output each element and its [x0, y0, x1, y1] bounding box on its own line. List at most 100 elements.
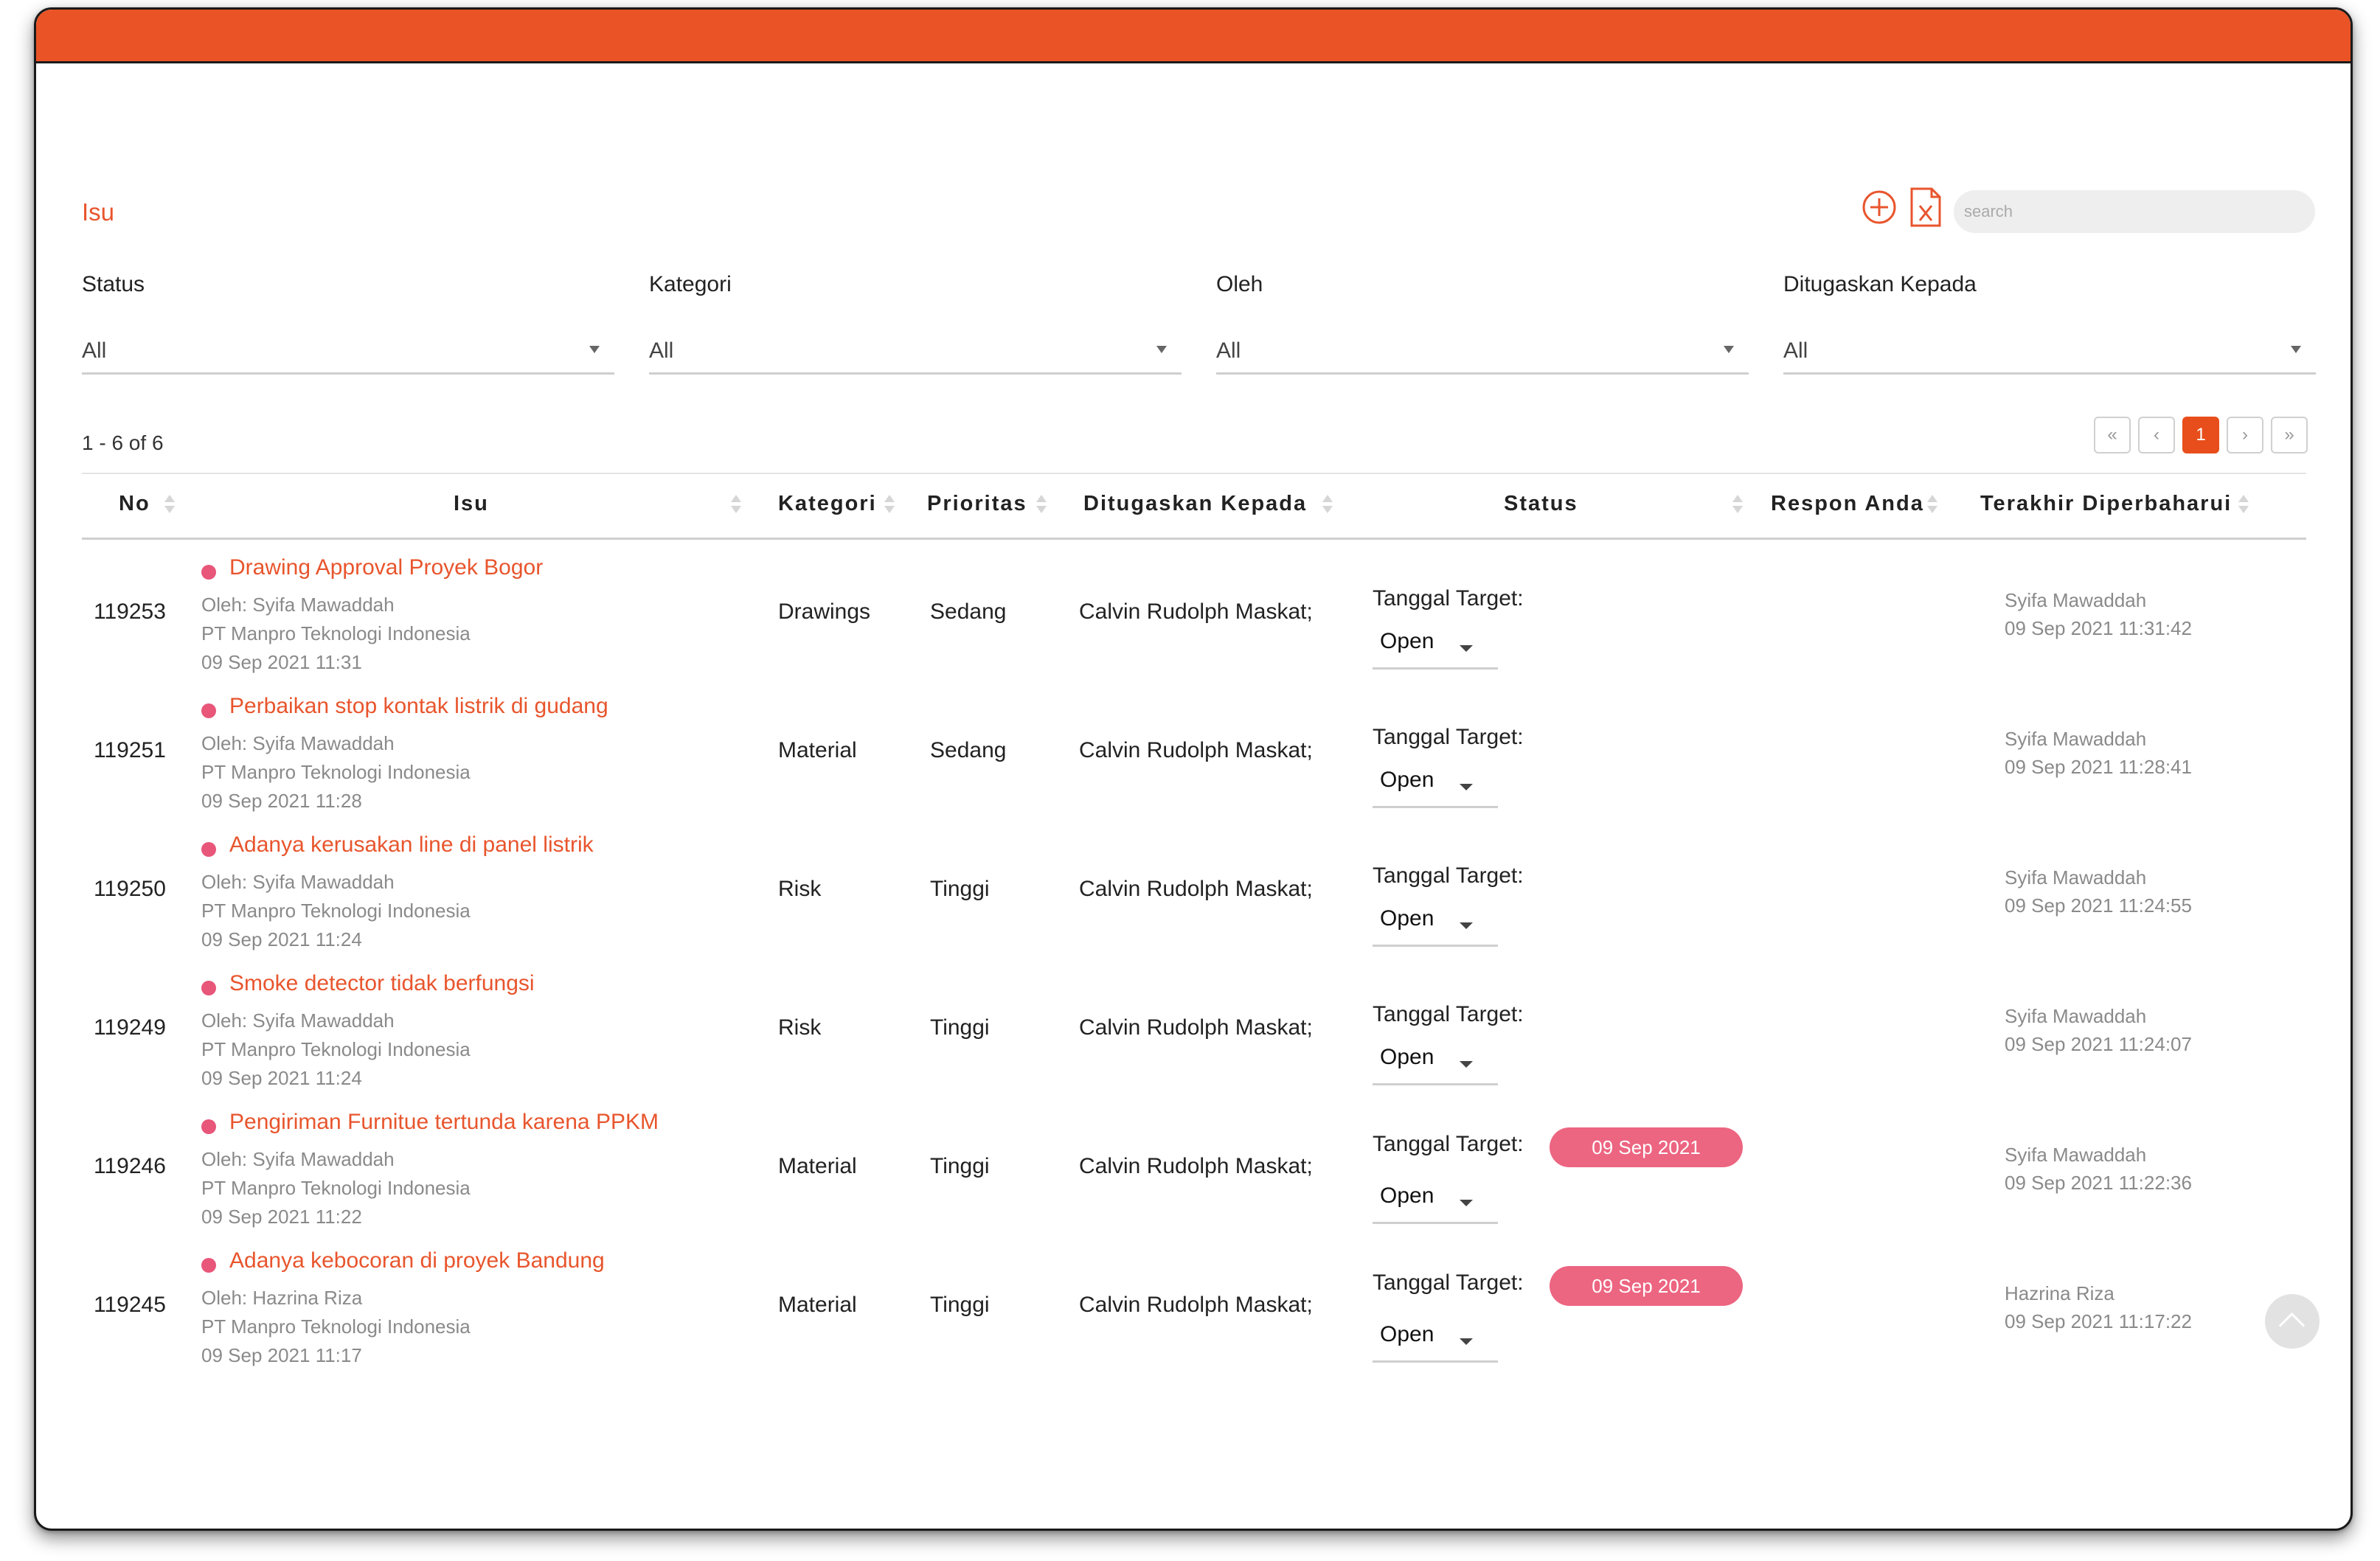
sort-icon[interactable]: [1322, 493, 1333, 515]
updated-by: Syifa Mawaddah: [2005, 589, 2147, 611]
issue-title-link[interactable]: Adanya kerusakan line di panel listrik: [229, 832, 594, 858]
column-header-respon[interactable]: Respon Anda: [1771, 492, 1924, 516]
issue-date: 09 Sep 2021 11:17: [201, 1344, 362, 1366]
issue-assignee: Calvin Rudolph Maskat;: [1079, 738, 1313, 762]
scroll-to-top-button[interactable]: [2265, 1294, 2320, 1349]
issue-priority: Tinggi: [930, 1015, 990, 1040]
issue-title-link[interactable]: Smoke detector tidak berfungsi: [229, 971, 535, 996]
column-header-status[interactable]: Status: [1504, 492, 1578, 516]
filter-value: All: [649, 338, 674, 363]
issue-company: PT Manpro Teknologi Indonesia: [201, 761, 471, 783]
updated-at: 09 Sep 2021 11:17:22: [2005, 1310, 2192, 1332]
sort-icon[interactable]: [731, 493, 741, 515]
updated-by: Syifa Mawaddah: [2005, 1144, 2147, 1166]
filter-value: All: [1216, 338, 1241, 363]
issue-title-link[interactable]: Adanya kebocoran di proyek Bandung: [229, 1248, 605, 1273]
status-dropdown[interactable]: Open: [1373, 625, 1498, 670]
status-value: Open: [1380, 629, 1434, 653]
result-range: 1 - 6 of 6: [82, 431, 164, 454]
chevron-up-icon: [2278, 1312, 2306, 1339]
target-date-label: Tanggal Target:: [1373, 1270, 1524, 1295]
pagination: « ‹ 1 › »: [2094, 417, 2308, 453]
plus-circle-icon[interactable]: [1862, 190, 1897, 225]
sort-icon[interactable]: [1927, 493, 1937, 515]
kategori-filter-select[interactable]: All: [649, 331, 1182, 375]
caret-down-icon: [1460, 1200, 1473, 1206]
issue-category: Drawings: [778, 599, 871, 624]
status-value: Open: [1380, 1045, 1434, 1069]
issue-title-link[interactable]: Perbaikan stop kontak listrik di gudang: [229, 694, 608, 719]
column-header-prioritas[interactable]: Prioritas: [927, 492, 1027, 516]
issue-company: PT Manpro Teknologi Indonesia: [201, 900, 471, 922]
issue-date: 09 Sep 2021 11:22: [201, 1206, 362, 1228]
target-date-badge: 09 Sep 2021: [1550, 1127, 1743, 1167]
filter-label: Status: [82, 272, 145, 296]
issue-date: 09 Sep 2021 11:31: [201, 651, 362, 673]
sort-icon[interactable]: [1732, 493, 1743, 515]
status-dropdown[interactable]: Open: [1373, 1179, 1498, 1224]
table-row: 119246 Pengiriman Furnitue tertunda kare…: [36, 1102, 2350, 1241]
filter-label: Ditugaskan Kepada: [1783, 272, 1977, 296]
issue-title-link[interactable]: Drawing Approval Proyek Bogor: [229, 555, 543, 580]
last-page-button[interactable]: »: [2271, 417, 2308, 453]
issue-author: Oleh: Syifa Mawaddah: [201, 594, 395, 616]
caret-down-icon: [1156, 346, 1167, 353]
issue-status-dot: [201, 842, 216, 857]
issue-title-link[interactable]: Pengiriman Furnitue tertunda karena PPKM: [229, 1110, 659, 1135]
target-date-label: Tanggal Target:: [1373, 1132, 1524, 1156]
issue-assignee: Calvin Rudolph Maskat;: [1079, 1154, 1313, 1178]
filter-value: All: [1783, 338, 1808, 363]
target-date-label: Tanggal Target:: [1373, 1002, 1524, 1026]
sort-icon[interactable]: [1036, 493, 1047, 515]
status-dropdown[interactable]: Open: [1373, 902, 1498, 947]
caret-down-icon: [589, 346, 600, 353]
prev-page-button[interactable]: ‹: [2138, 417, 2175, 453]
status-dropdown[interactable]: Open: [1373, 763, 1498, 808]
ditugaskan-filter-select[interactable]: All: [1783, 331, 2316, 375]
sort-icon[interactable]: [884, 493, 895, 515]
status-value: Open: [1380, 906, 1434, 931]
column-header-ditugaskan[interactable]: Ditugaskan Kepada: [1083, 492, 1307, 516]
sort-icon[interactable]: [2238, 493, 2249, 515]
issue-date: 09 Sep 2021 11:28: [201, 790, 362, 812]
issue-number: 119253: [94, 599, 166, 624]
issue-author: Oleh: Syifa Mawaddah: [201, 871, 395, 893]
issue-category: Material: [778, 1154, 857, 1178]
target-date-label: Tanggal Target:: [1373, 586, 1524, 611]
updated-by: Syifa Mawaddah: [2005, 1005, 2147, 1027]
search-input[interactable]: [1954, 190, 2315, 233]
first-page-button[interactable]: «: [2094, 417, 2131, 453]
table-header-bottom-border: [82, 538, 2306, 540]
issue-company: PT Manpro Teknologi Indonesia: [201, 622, 471, 644]
column-header-isu[interactable]: Isu: [454, 492, 489, 516]
column-header-no[interactable]: No: [119, 492, 150, 516]
issue-author: Oleh: Hazrina Riza: [201, 1287, 363, 1309]
filter-value: All: [82, 338, 107, 363]
issue-status-dot: [201, 1119, 216, 1134]
issue-date: 09 Sep 2021 11:24: [201, 1067, 362, 1089]
oleh-filter-select[interactable]: All: [1216, 331, 1749, 375]
status-dropdown[interactable]: Open: [1373, 1040, 1498, 1085]
target-date-badge: 09 Sep 2021: [1550, 1266, 1743, 1306]
column-header-updated[interactable]: Terakhir Diperbaharui: [1980, 492, 2232, 516]
updated-at: 09 Sep 2021 11:24:55: [2005, 894, 2192, 917]
issue-status-dot: [201, 1258, 216, 1273]
sort-icon[interactable]: [164, 493, 175, 515]
issue-priority: Sedang: [930, 599, 1007, 624]
issue-date: 09 Sep 2021 11:24: [201, 928, 362, 950]
page-1-button[interactable]: 1: [2182, 417, 2219, 453]
status-dropdown[interactable]: Open: [1373, 1318, 1498, 1363]
filter-label: Oleh: [1216, 272, 1263, 296]
top-bar: [36, 10, 2350, 63]
next-page-button[interactable]: ›: [2227, 417, 2263, 453]
status-filter-select[interactable]: All: [82, 331, 614, 375]
column-header-kategori[interactable]: Kategori: [778, 492, 877, 516]
target-date-label: Tanggal Target:: [1373, 863, 1524, 888]
excel-file-icon[interactable]: [1909, 187, 1942, 228]
issue-number: 119246: [94, 1154, 166, 1178]
app-window: Isu Status All Kategori All Oleh All Dit…: [34, 7, 2353, 1531]
caret-down-icon: [2291, 346, 2301, 353]
issue-category: Material: [778, 1293, 857, 1317]
issue-status-dot: [201, 981, 216, 995]
filter-oleh: Oleh All: [1216, 272, 1749, 375]
